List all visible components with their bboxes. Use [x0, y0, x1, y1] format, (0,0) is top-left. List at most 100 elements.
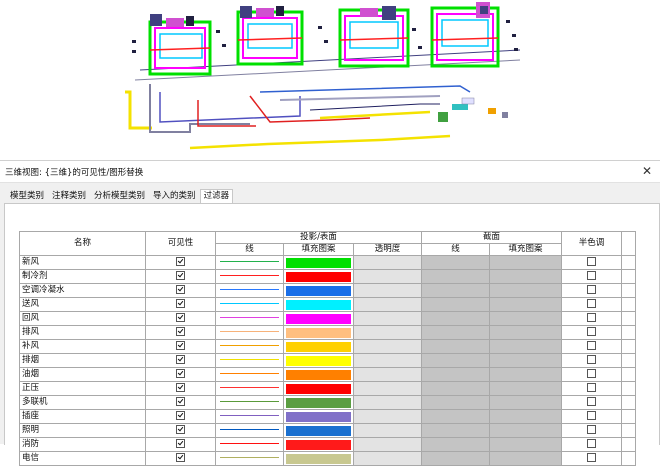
- halftone-checkbox[interactable]: [587, 383, 596, 392]
- halftone-cell[interactable]: [561, 437, 622, 452]
- projection-pattern-cell[interactable]: [283, 353, 354, 368]
- visibility-checkbox[interactable]: [176, 299, 185, 308]
- filter-name[interactable]: 回风: [19, 311, 146, 326]
- projection-pattern-cell[interactable]: [283, 283, 354, 298]
- halftone-checkbox[interactable]: [587, 453, 596, 462]
- halftone-checkbox[interactable]: [587, 341, 596, 350]
- visibility-cell[interactable]: [145, 283, 216, 298]
- projection-pattern-cell[interactable]: [283, 325, 354, 340]
- projection-pattern-cell[interactable]: [283, 367, 354, 382]
- projection-line-cell[interactable]: [215, 269, 284, 284]
- table-row[interactable]: 油烟: [19, 367, 636, 382]
- halftone-checkbox[interactable]: [587, 397, 596, 406]
- cut-pattern-cell[interactable]: [489, 409, 562, 424]
- table-row[interactable]: 正压: [19, 381, 636, 396]
- projection-line-cell[interactable]: [215, 437, 284, 452]
- visibility-cell[interactable]: [145, 339, 216, 354]
- halftone-cell[interactable]: [561, 283, 622, 298]
- tab-imported-categories[interactable]: 导入的类别: [149, 189, 200, 203]
- table-row[interactable]: 插座: [19, 409, 636, 424]
- projection-pattern-cell[interactable]: [283, 297, 354, 312]
- halftone-cell[interactable]: [561, 423, 622, 438]
- table-row[interactable]: 消防: [19, 437, 636, 452]
- cut-pattern-cell[interactable]: [489, 311, 562, 326]
- cut-pattern-cell[interactable]: [489, 325, 562, 340]
- filter-name[interactable]: 送风: [19, 297, 146, 312]
- visibility-checkbox[interactable]: [176, 411, 185, 420]
- table-row[interactable]: 排风: [19, 325, 636, 340]
- cut-pattern-cell[interactable]: [489, 423, 562, 438]
- cut-line-cell[interactable]: [421, 325, 490, 340]
- cut-line-cell[interactable]: [421, 367, 490, 382]
- transparency-cell[interactable]: [353, 367, 422, 382]
- halftone-checkbox[interactable]: [587, 271, 596, 280]
- projection-pattern-cell[interactable]: [283, 409, 354, 424]
- cut-pattern-cell[interactable]: [489, 353, 562, 368]
- cut-line-cell[interactable]: [421, 409, 490, 424]
- projection-line-cell[interactable]: [215, 367, 284, 382]
- header-projection-lines[interactable]: 线: [215, 243, 284, 256]
- visibility-cell[interactable]: [145, 451, 216, 466]
- header-visibility[interactable]: 可见性: [145, 231, 216, 256]
- transparency-cell[interactable]: [353, 409, 422, 424]
- cut-pattern-cell[interactable]: [489, 283, 562, 298]
- projection-pattern-cell[interactable]: [283, 339, 354, 354]
- halftone-cell[interactable]: [561, 353, 622, 368]
- table-row[interactable]: 排烟: [19, 353, 636, 368]
- filter-name[interactable]: 排烟: [19, 353, 146, 368]
- halftone-checkbox[interactable]: [587, 327, 596, 336]
- cut-line-cell[interactable]: [421, 269, 490, 284]
- halftone-cell[interactable]: [561, 269, 622, 284]
- cut-line-cell[interactable]: [421, 353, 490, 368]
- table-row[interactable]: 照明: [19, 423, 636, 438]
- halftone-checkbox[interactable]: [587, 425, 596, 434]
- transparency-cell[interactable]: [353, 255, 422, 270]
- cut-line-cell[interactable]: [421, 339, 490, 354]
- header-transparency[interactable]: 透明度: [353, 243, 422, 256]
- cut-pattern-cell[interactable]: [489, 269, 562, 284]
- cut-pattern-cell[interactable]: [489, 255, 562, 270]
- transparency-cell[interactable]: [353, 423, 422, 438]
- cut-pattern-cell[interactable]: [489, 367, 562, 382]
- projection-line-cell[interactable]: [215, 325, 284, 340]
- transparency-cell[interactable]: [353, 339, 422, 354]
- filter-name[interactable]: 插座: [19, 409, 146, 424]
- halftone-cell[interactable]: [561, 255, 622, 270]
- halftone-cell[interactable]: [561, 409, 622, 424]
- visibility-checkbox[interactable]: [176, 355, 185, 364]
- visibility-checkbox[interactable]: [176, 271, 185, 280]
- projection-pattern-cell[interactable]: [283, 437, 354, 452]
- cut-line-cell[interactable]: [421, 437, 490, 452]
- cut-pattern-cell[interactable]: [489, 381, 562, 396]
- visibility-cell[interactable]: [145, 311, 216, 326]
- visibility-checkbox[interactable]: [176, 439, 185, 448]
- visibility-cell[interactable]: [145, 325, 216, 340]
- halftone-cell[interactable]: [561, 311, 622, 326]
- table-row[interactable]: 空调冷凝水: [19, 283, 636, 298]
- filter-name[interactable]: 制冷剂: [19, 269, 146, 284]
- cut-line-cell[interactable]: [421, 311, 490, 326]
- cut-pattern-cell[interactable]: [489, 437, 562, 452]
- projection-pattern-cell[interactable]: [283, 255, 354, 270]
- visibility-checkbox[interactable]: [176, 397, 185, 406]
- header-halftone[interactable]: 半色调: [561, 231, 622, 256]
- halftone-cell[interactable]: [561, 381, 622, 396]
- transparency-cell[interactable]: [353, 311, 422, 326]
- filter-name[interactable]: 空调冷凝水: [19, 283, 146, 298]
- cut-line-cell[interactable]: [421, 395, 490, 410]
- cut-pattern-cell[interactable]: [489, 451, 562, 466]
- table-row[interactable]: 新风: [19, 255, 636, 270]
- transparency-cell[interactable]: [353, 325, 422, 340]
- halftone-checkbox[interactable]: [587, 355, 596, 364]
- cut-pattern-cell[interactable]: [489, 395, 562, 410]
- halftone-checkbox[interactable]: [587, 313, 596, 322]
- close-icon[interactable]: ✕: [640, 164, 654, 178]
- tab-model-categories[interactable]: 模型类别: [6, 189, 48, 203]
- header-cut-patterns[interactable]: 填充图案: [489, 243, 562, 256]
- halftone-checkbox[interactable]: [587, 369, 596, 378]
- visibility-cell[interactable]: [145, 381, 216, 396]
- halftone-checkbox[interactable]: [587, 439, 596, 448]
- projection-pattern-cell[interactable]: [283, 423, 354, 438]
- visibility-checkbox[interactable]: [176, 313, 185, 322]
- projection-line-cell[interactable]: [215, 311, 284, 326]
